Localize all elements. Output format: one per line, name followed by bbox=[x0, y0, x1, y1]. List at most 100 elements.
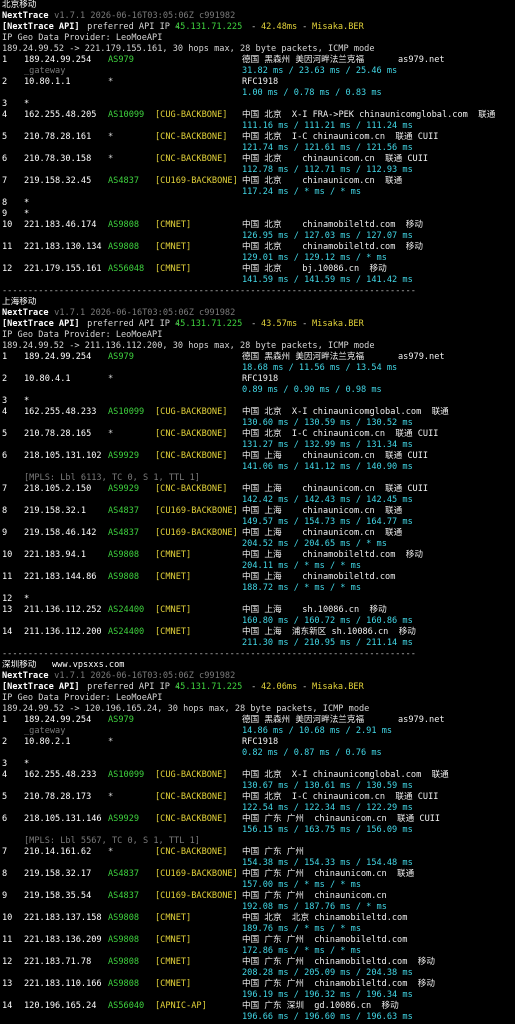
hop-geo: 中国 上海 chinamobileltd.com 移动 bbox=[242, 550, 423, 560]
hop-asn: AS979 bbox=[108, 352, 134, 362]
trace-summary-text: 189.24.99.52 -> 221.179.155.161, 30 hops… bbox=[2, 44, 375, 54]
hop-row: 8 * bbox=[0, 198, 515, 209]
hop-asn: AS9808 bbox=[108, 572, 140, 582]
hop-row: 9 219.158.35.54 AS4837 [CU169-BACKBONE] 中国 广… bbox=[0, 891, 515, 902]
hop-row: 12 * bbox=[0, 594, 515, 605]
hop-number: 4 bbox=[2, 407, 8, 417]
hop-ip: * bbox=[24, 198, 30, 208]
hop-row: 111.16 ms / 111.21 ms / 111.24 ms bbox=[0, 121, 515, 132]
hop-row: 141.06 ms / 141.12 ms / 140.90 ms bbox=[0, 462, 515, 473]
version-line: NextTrace v1.7.1 2026-06-16T03:05:06Z c9… bbox=[0, 11, 515, 22]
hop-geo: RFC1918 bbox=[242, 737, 279, 747]
hop-row: 204.52 ms / 204.65 ms / * ms bbox=[0, 539, 515, 550]
hop-ip: 189.24.99.254 bbox=[24, 352, 92, 362]
hop-row: 10 221.183.137.158 AS9808 [CMNET] 中国 北京 北京 c… bbox=[0, 913, 515, 924]
hop-backbone-tag: [CMNET] bbox=[155, 605, 192, 615]
hop-geo: 中国 北京 I-C chinaunicom.cn 联通 CUII bbox=[242, 429, 439, 439]
hop-latency: 196.19 ms / 196.32 ms / 196.34 ms bbox=[242, 990, 413, 1000]
api-line: [NextTrace API] preferred API IP - 45.13… bbox=[0, 682, 515, 693]
version-text: v1.7.1 2026-06-16T03:05:06Z c991982 bbox=[49, 308, 236, 318]
hop-geo: 中国 北京 chinaunicom.cn 联通 bbox=[242, 176, 403, 186]
hop-row: 121.74 ms / 121.61 ms / 121.56 ms bbox=[0, 143, 515, 154]
hop-ip: 210.78.28.165 bbox=[24, 429, 92, 439]
hop-latency: 130.67 ms / 130.61 ms / 130.59 ms bbox=[242, 781, 413, 791]
hop-backbone-tag: [CNC-BACKBONE] bbox=[155, 451, 228, 461]
hop-ip: 221.183.144.86 bbox=[24, 572, 97, 582]
section-label-text: 北京移动 bbox=[2, 0, 37, 10]
hop-backbone-tag: [CNC-BACKBONE] bbox=[155, 792, 228, 802]
hop-asn: AS4837 bbox=[108, 869, 140, 879]
hop-row: 9 * bbox=[0, 209, 515, 220]
hop-number: 9 bbox=[2, 528, 8, 538]
hop-geo: 中国 北京 chinaunicom.cn 联通 CUII bbox=[242, 154, 429, 164]
hop-row: 11 221.183.144.86 AS9808 [CMNET] 中国 上海 china… bbox=[0, 572, 515, 583]
hop-geo: RFC1918 bbox=[242, 374, 279, 384]
hop-geo: 中国 广东 广州 bbox=[242, 847, 304, 857]
hop-number: 12 bbox=[2, 594, 13, 604]
hop-latency: 172.86 ms / * ms / * ms bbox=[242, 946, 361, 956]
geo-provider-line: IP Geo Data Provider: LeoMoeAPI bbox=[0, 693, 515, 704]
trace-summary-text: 189.24.99.52 -> 211.136.112.200, 30 hops… bbox=[2, 341, 375, 351]
trace-summary-line: 189.24.99.52 -> 120.196.165.24, 30 hops … bbox=[0, 704, 515, 715]
api-sep2: - bbox=[297, 682, 313, 692]
hop-latency: 189.76 ms / * ms / * ms bbox=[242, 924, 361, 934]
hop-latency: 204.11 ms / * ms / * ms bbox=[242, 561, 361, 571]
hop-geo: 中国 上海 chinamobileltd.com bbox=[242, 572, 396, 582]
hop-latency: 129.01 ms / 129.12 ms / * ms bbox=[242, 253, 387, 263]
hop-geo: 中国 上海 sh.10086.cn 移动 bbox=[242, 605, 387, 615]
hop-row: 204.11 ms / * ms / * ms bbox=[0, 561, 515, 572]
api-line: [NextTrace API] preferred API IP - 45.13… bbox=[0, 319, 515, 330]
hop-row: 14 120.196.165.24 AS56040 [APNIC-AP] 中国 广东 深… bbox=[0, 1001, 515, 1012]
hop-ip: * bbox=[24, 594, 30, 604]
mpls-label: [MPLS: Lbl 5567, TC 0, S 1, TTL 1] bbox=[24, 836, 200, 846]
api-prefix: [NextTrace API] bbox=[2, 22, 80, 32]
hop-hostname: _gateway bbox=[24, 66, 66, 76]
hop-number: 7 bbox=[2, 847, 8, 857]
hop-asn: AS10099 bbox=[108, 407, 145, 417]
hop-row: 208.28 ms / 205.09 ms / 204.38 ms bbox=[0, 968, 515, 979]
hop-asn: AS9808 bbox=[108, 913, 140, 923]
hop-asn: * bbox=[108, 154, 114, 164]
hop-ip: 221.183.110.166 bbox=[24, 979, 102, 989]
hop-asn: AS9808 bbox=[108, 242, 140, 252]
hop-backbone-tag: [CNC-BACKBONE] bbox=[155, 484, 228, 494]
hop-domain: as979.net bbox=[398, 352, 445, 362]
hop-ip: 221.183.94.1 bbox=[24, 550, 87, 560]
hop-ip: * bbox=[24, 759, 30, 769]
hop-backbone-tag: [CU169-BACKBONE] bbox=[155, 528, 238, 538]
hop-row: 12 221.183.71.78 AS9808 [CMNET] 中国 广东 广州 chi… bbox=[0, 957, 515, 968]
hop-asn: AS4837 bbox=[108, 176, 140, 186]
hop-asn: AS9808 bbox=[108, 220, 140, 230]
api-loc: Misaka.BER bbox=[312, 319, 364, 329]
hop-domain: as979.net bbox=[398, 715, 445, 725]
hop-latency: 142.42 ms / 142.43 ms / 142.45 ms bbox=[242, 495, 413, 505]
hop-backbone-tag: [CMNET] bbox=[155, 242, 192, 252]
api-text: preferred API IP - bbox=[82, 22, 186, 32]
hop-number: 5 bbox=[2, 132, 8, 142]
hop-latency: 126.95 ms / 127.03 ms / 127.07 ms bbox=[242, 231, 413, 241]
hop-geo: 中国 北京 X-I FRA->PEK chinaunicomglobal.com… bbox=[242, 110, 496, 120]
hop-row: 1 189.24.99.254 AS979 德国 黑森州 美因河畔法兰克福 as979.… bbox=[0, 352, 515, 363]
hop-geo: 中国 广东 广州 chinamobileltd.com 移动 bbox=[242, 957, 435, 967]
api-text: preferred API IP - bbox=[82, 319, 186, 329]
geo-provider-line: IP Geo Data Provider: LeoMoeAPI bbox=[0, 33, 515, 44]
hop-geo: RFC1918 bbox=[242, 77, 279, 87]
hop-asn: AS24400 bbox=[108, 605, 145, 615]
hop-number: 1 bbox=[2, 715, 8, 725]
api-ms: 42.48ms bbox=[261, 22, 298, 32]
hop-geo: 中国 广东 广州 chinaunicom.cn bbox=[242, 891, 387, 901]
hop-ip: 211.136.112.200 bbox=[24, 627, 102, 637]
api-ip: 45.131.71.225 bbox=[175, 22, 243, 32]
hop-row: 3 * bbox=[0, 396, 515, 407]
hop-number: 14 bbox=[2, 1001, 13, 1011]
trace-summary-line: 189.24.99.52 -> 211.136.112.200, 30 hops… bbox=[0, 341, 515, 352]
mpls-label: [MPLS: Lbl 6113, TC 0, S 1, TTL 1] bbox=[24, 473, 200, 483]
hop-ip: 221.183.130.134 bbox=[24, 242, 102, 252]
hop-number: 9 bbox=[2, 209, 8, 219]
hop-number: 10 bbox=[2, 913, 13, 923]
geo-provider-line: IP Geo Data Provider: LeoMoeAPI bbox=[0, 330, 515, 341]
hop-asn: AS9808 bbox=[108, 550, 140, 560]
hop-geo: 中国 广东 广州 chinamobileltd.com 移动 bbox=[242, 979, 435, 989]
hop-latency: 1.00 ms / 0.78 ms / 0.83 ms bbox=[242, 88, 382, 98]
hop-geo: 中国 上海 chinaunicom.cn 联通 bbox=[242, 528, 403, 538]
